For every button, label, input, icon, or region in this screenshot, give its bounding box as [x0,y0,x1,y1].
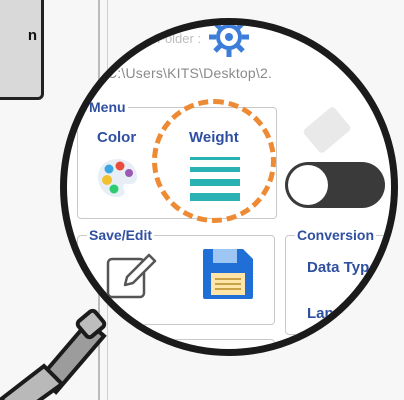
eraser-icon[interactable] [302,105,352,155]
save-edit-title: Save/Edit [87,227,155,243]
edit-icon[interactable] [105,249,161,301]
tooltip-text: n [27,27,37,44]
menu-group-title: Menu [87,99,128,115]
magnifier-lens: Folder : C:\Users\KITS\Desktop\2. Menu C… [60,18,398,356]
palette-icon[interactable] [95,155,139,199]
toggle-knob [288,165,328,205]
magnifier-handle [0,308,107,400]
language-label: Langua [307,305,361,322]
save-icon[interactable] [201,247,255,301]
tooltip-panel: n [0,0,44,100]
highlight-circle [152,99,276,223]
folder-label: Folder : [157,31,202,46]
color-label: Color [97,129,137,146]
gear-icon[interactable] [207,18,251,59]
toggle-switch[interactable] [285,162,385,208]
conversion-title: Conversion [295,227,377,243]
folder-path-field[interactable]: C:\Users\KITS\Desktop\2. [107,65,337,85]
data-type-label: Data Type [307,259,378,276]
